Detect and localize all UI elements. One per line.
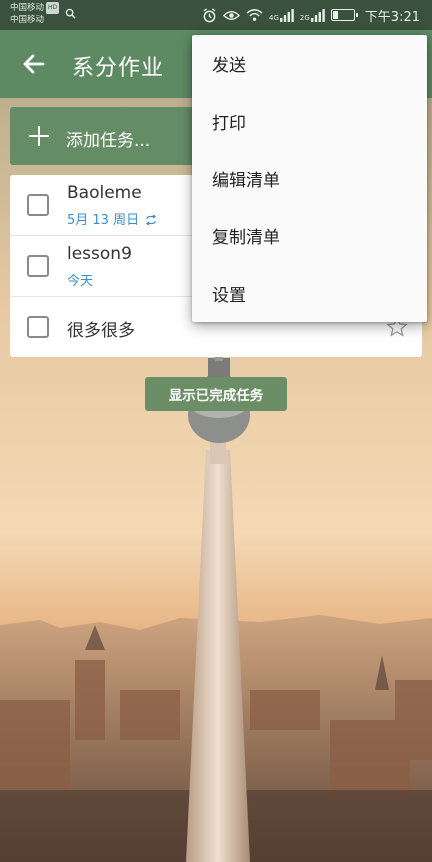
network-type-2: 2G <box>299 13 310 22</box>
task-checkbox[interactable] <box>27 194 49 216</box>
status-icons: 4G 2G 下午3:21 <box>202 6 420 25</box>
arrow-left-icon <box>23 54 45 74</box>
plus-icon <box>29 126 49 146</box>
overflow-menu: 发送 打印 编辑清单 复制清单 设置 <box>192 35 427 322</box>
task-title: Baoleme <box>67 183 142 203</box>
back-button[interactable] <box>14 44 54 84</box>
task-due-text: 5月 13 周日 <box>67 213 140 228</box>
eye-icon <box>223 10 241 20</box>
network-type-1: 4G <box>269 13 279 22</box>
page-title: 系分作业 <box>72 56 165 81</box>
menu-item-settings[interactable]: 设置 <box>192 265 427 322</box>
status-bar: 中国移动 HD 中国移动 4G 2G 下午3:21 <box>0 0 432 30</box>
carrier-name-1: 中国移动 <box>10 3 45 13</box>
search-icon <box>65 8 76 19</box>
signal-icon <box>279 8 294 22</box>
menu-item-print[interactable]: 打印 <box>192 92 427 149</box>
menu-item-copy-list[interactable]: 复制清单 <box>192 207 427 264</box>
repeat-icon <box>146 214 157 226</box>
carrier-name-2: 中国移动 <box>10 15 45 25</box>
add-task-label: 添加任务... <box>66 131 151 151</box>
task-due-date: 今天 <box>67 274 94 289</box>
task-title: 很多很多 <box>67 321 135 341</box>
hd-badge: HD <box>46 2 60 14</box>
battery-icon <box>330 9 358 21</box>
show-completed-button[interactable]: 显示已完成任务 <box>145 377 287 411</box>
alarm-icon <box>203 7 216 22</box>
task-checkbox[interactable] <box>27 255 49 277</box>
signal-icon <box>310 8 325 22</box>
status-time: 下午3:21 <box>364 9 420 25</box>
carrier-info: 中国移动 HD 中国移动 <box>10 2 60 26</box>
task-due-date: 5月 13 周日 <box>67 209 157 228</box>
wifi-icon <box>246 9 263 21</box>
menu-item-edit-list[interactable]: 编辑清单 <box>192 150 427 207</box>
task-checkbox[interactable] <box>27 316 49 338</box>
menu-item-send[interactable]: 发送 <box>192 35 427 92</box>
task-title: lesson9 <box>67 244 132 264</box>
